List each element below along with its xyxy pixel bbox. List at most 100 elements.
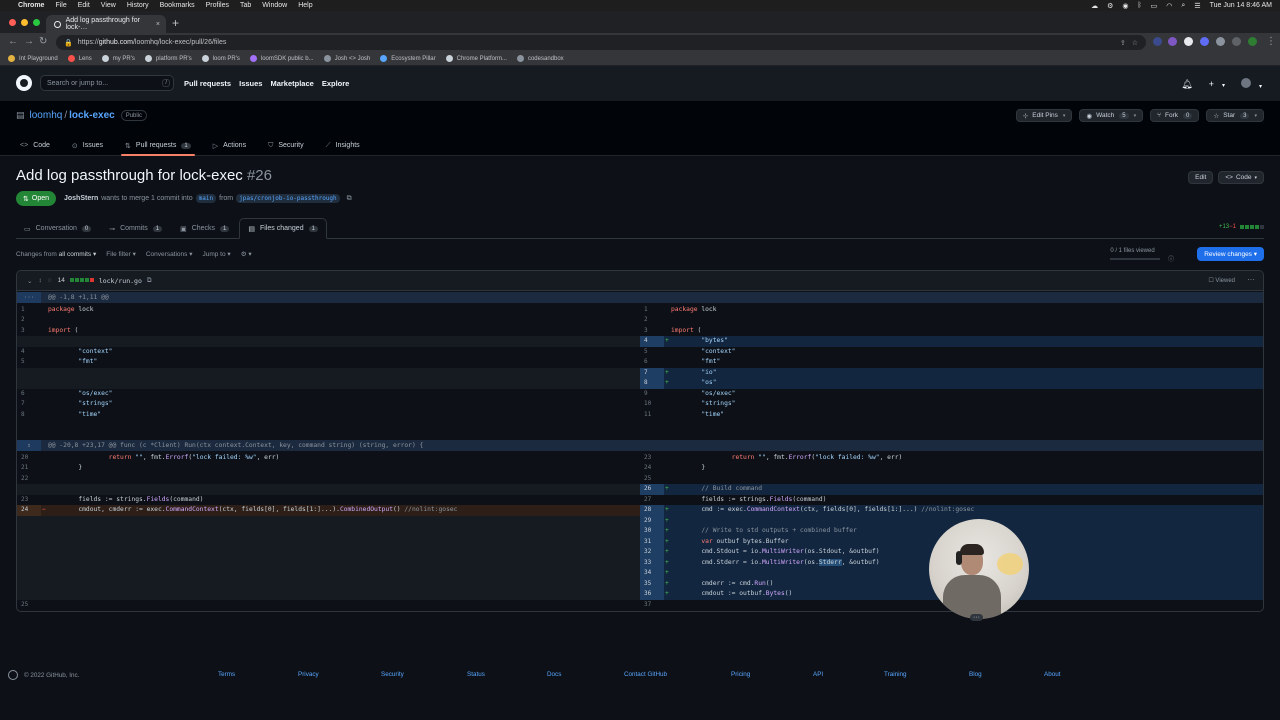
record-icon[interactable]: ◉ — [1122, 2, 1128, 10]
extension-icon[interactable] — [1168, 37, 1177, 46]
maximize-window-icon[interactable] — [33, 19, 40, 26]
line-number[interactable]: 35 — [640, 579, 664, 590]
footer-link[interactable]: Status — [467, 671, 485, 678]
line-number[interactable]: 2 — [640, 315, 664, 326]
nav-pull-requests[interactable]: Pull requests — [184, 79, 231, 88]
line-number[interactable]: 5 — [17, 357, 41, 368]
line-number[interactable]: 26 — [640, 484, 664, 495]
notifications-bell-icon[interactable]: 🔔︎ — [1181, 79, 1192, 90]
star-button[interactable]: ☆ Star 3 ▾ — [1206, 109, 1264, 122]
footer-link[interactable]: Terms — [218, 671, 235, 678]
browser-tab-active[interactable]: Add log passthrough for lock-… × — [46, 15, 166, 33]
line-number[interactable]: 3 — [17, 326, 41, 337]
line-number[interactable] — [17, 484, 41, 495]
file-more-icon[interactable]: ··· — [1247, 275, 1255, 284]
changes-from-dropdown[interactable]: Changes from all commits ▾ — [16, 250, 96, 258]
tab-actions[interactable]: ▷ Actions — [209, 135, 250, 156]
menu-history[interactable]: History — [127, 2, 149, 9]
search-input[interactable]: Search or jump to... / — [40, 75, 174, 91]
gear-icon[interactable]: ⚙ — [1107, 2, 1113, 10]
menu-tab[interactable]: Tab — [240, 2, 251, 9]
bookmark-item[interactable]: Lens — [67, 55, 92, 62]
footer-link[interactable]: Docs — [547, 671, 561, 678]
tab-pull-requests[interactable]: ⇅ Pull requests 1 — [121, 135, 195, 156]
line-number[interactable]: 37 — [640, 600, 664, 611]
line-number[interactable] — [17, 547, 41, 558]
line-number[interactable]: 7 — [17, 399, 41, 410]
bookmark-item[interactable]: Int Playground — [8, 55, 58, 62]
search-icon[interactable]: ⌕ — [1181, 2, 1185, 10]
bookmark-item[interactable]: Ecosystem Pillar — [380, 55, 436, 62]
menu-view[interactable]: View — [101, 2, 116, 9]
menu-edit[interactable]: Edit — [78, 2, 90, 9]
cloud-icon[interactable]: ☁ — [1091, 2, 1098, 10]
webcam-bubble[interactable] — [929, 519, 1029, 619]
new-tab-button[interactable]: + — [172, 16, 179, 30]
forward-icon[interactable]: → — [24, 36, 34, 47]
footer-link[interactable]: Contact GitHub — [624, 671, 667, 678]
line-number[interactable]: 23 — [17, 495, 41, 506]
bookmark-item[interactable]: loom PR's — [201, 55, 240, 62]
line-number[interactable]: 8 — [640, 378, 664, 389]
footer-link[interactable]: Privacy — [298, 671, 319, 678]
footer-link[interactable]: Training — [884, 671, 907, 678]
nav-marketplace[interactable]: Marketplace — [270, 79, 313, 88]
line-number[interactable]: 23 — [640, 453, 664, 464]
bookmark-item[interactable]: loomSDK public b... — [249, 55, 314, 62]
line-number[interactable]: 28 — [640, 505, 664, 516]
menu-help[interactable]: Help — [298, 2, 312, 9]
tab-commits[interactable]: ⊸ Commits 1 — [101, 219, 170, 239]
file-path[interactable]: lock/run.go — [99, 277, 142, 285]
edit-pins-button[interactable]: ⊹ Edit Pins ▾ — [1015, 109, 1073, 122]
lock-icon[interactable]: 🔒 — [64, 39, 73, 47]
create-new-button[interactable]: + ▾ — [1201, 79, 1225, 89]
line-number[interactable]: 36 — [640, 589, 664, 600]
line-number[interactable]: 27 — [640, 495, 664, 506]
diff-settings-dropdown[interactable]: ⚙ ▾ — [241, 250, 252, 258]
base-branch[interactable]: main — [195, 194, 217, 203]
line-number[interactable] — [17, 558, 41, 569]
author-link[interactable]: JoshStern — [64, 195, 98, 202]
user-menu[interactable]: ▾ — [1233, 78, 1262, 90]
collapse-chevron-icon[interactable]: ⌄ — [27, 277, 32, 285]
review-changes-button[interactable]: Review changes ▾ — [1197, 247, 1264, 261]
bookmark-item[interactable]: codesandbox — [516, 55, 564, 62]
line-number[interactable] — [17, 368, 41, 379]
close-window-icon[interactable] — [9, 19, 16, 26]
line-number[interactable] — [17, 537, 41, 548]
wifi-icon[interactable]: ◠ — [1166, 2, 1172, 10]
line-number[interactable]: 10 — [640, 399, 664, 410]
conversations-dropdown[interactable]: Conversations ▾ — [146, 250, 193, 258]
viewed-checkbox[interactable]: ☐ Viewed — [1208, 277, 1235, 284]
line-number[interactable]: 38 — [640, 610, 664, 611]
extension-icon[interactable] — [1153, 37, 1162, 46]
line-number[interactable] — [17, 579, 41, 590]
line-number[interactable]: 1 — [17, 305, 41, 316]
minimize-window-icon[interactable] — [21, 19, 28, 26]
line-number[interactable]: 29 — [640, 516, 664, 527]
line-number[interactable] — [17, 516, 41, 527]
line-number[interactable]: 34 — [640, 568, 664, 579]
bookmark-item[interactable]: Chrome Platform... — [445, 55, 507, 62]
line-number[interactable]: 31 — [640, 537, 664, 548]
line-number[interactable] — [17, 589, 41, 600]
copy-icon[interactable]: ⧉ — [347, 195, 352, 203]
jump-to-dropdown[interactable]: Jump to ▾ — [202, 250, 230, 258]
bookmark-item[interactable]: Josh <> Josh — [323, 55, 370, 62]
repo-owner-link[interactable]: loomhq — [30, 110, 63, 121]
tab-close-icon[interactable]: × — [156, 21, 160, 28]
menu-bookmarks[interactable]: Bookmarks — [160, 2, 195, 9]
line-number[interactable]: 21 — [17, 463, 41, 474]
line-number[interactable]: 30 — [640, 526, 664, 537]
tab-files-changed[interactable]: ▤ Files changed 1 — [239, 218, 327, 239]
repo-name-link[interactable]: lock-exec — [69, 110, 115, 121]
line-number[interactable] — [17, 378, 41, 389]
clock[interactable]: Tue Jun 14 8:46 AM — [1210, 2, 1272, 9]
tab-checks[interactable]: ▣ Checks 1 — [172, 219, 237, 239]
chrome-menu-icon[interactable]: ⋮ — [1266, 36, 1276, 47]
extensions-puzzle-icon[interactable] — [1216, 37, 1225, 46]
control-center-icon[interactable]: ☰ — [1194, 2, 1200, 10]
address-bar[interactable]: 🔒 https:// github.com /loomhq/lock-exec/… — [56, 35, 1146, 50]
line-number[interactable] — [17, 526, 41, 537]
line-number[interactable]: 24 — [17, 505, 41, 516]
